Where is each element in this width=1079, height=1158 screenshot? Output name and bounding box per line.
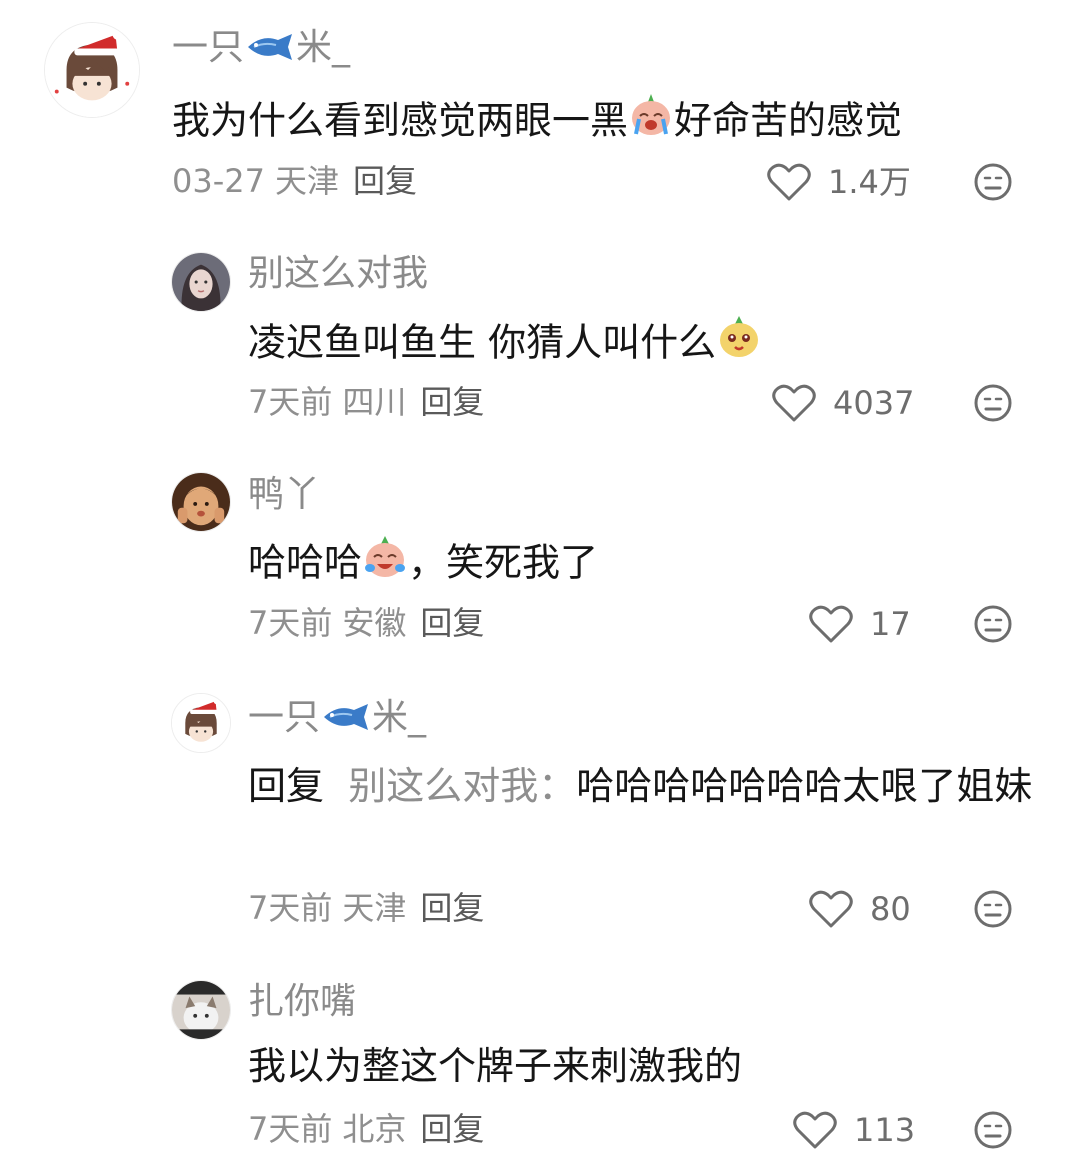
- like-count: 80: [870, 890, 911, 928]
- avatar[interactable]: [171, 472, 231, 532]
- username-text: 一只: [248, 697, 321, 738]
- comment-time: 7天前: [248, 889, 333, 927]
- comment-time: 7天前: [248, 383, 333, 421]
- comment-text: 回复 别这么对我：哈哈哈哈哈哈哈太哏了姐妹: [248, 760, 1038, 813]
- reply-button[interactable]: 回复: [353, 162, 417, 200]
- comment-text-part: 哈哈哈: [248, 540, 363, 585]
- neutral-face-icon: [974, 890, 1012, 928]
- crying-radish-emoji-icon: [628, 92, 674, 152]
- comment-text: 我为什么看到感觉两眼一黑 好命苦的感觉: [172, 92, 1032, 152]
- heart-outline-icon: [793, 1111, 837, 1149]
- heart-outline-icon: [809, 890, 853, 928]
- avatar-cartoon-boy-santa-hat: [45, 23, 139, 117]
- reply-target-username[interactable]: 别这么对我：: [348, 764, 576, 808]
- comment-text: 哈哈哈 ，笑死我了: [248, 534, 1028, 594]
- avatar[interactable]: [171, 693, 231, 753]
- comment-time: 7天前: [248, 604, 333, 642]
- like-button[interactable]: 4037: [771, 383, 914, 423]
- dislike-button[interactable]: [973, 604, 1013, 644]
- neutral-face-icon: [974, 1111, 1012, 1149]
- smiling-radish-emoji-icon: [716, 314, 762, 374]
- comment-time: 03-27: [172, 162, 265, 200]
- comment-text: 凌迟鱼叫鱼生 你猜人叫什么: [248, 314, 1028, 374]
- avatar[interactable]: [171, 252, 231, 312]
- neutral-face-icon: [974, 605, 1012, 643]
- username[interactable]: 一只 米_: [172, 30, 350, 69]
- like-button[interactable]: 80: [808, 889, 911, 929]
- avatar-photo-cat-meme: [172, 981, 230, 1039]
- comment-location: 天津: [342, 889, 407, 927]
- avatar-photo-girl: [172, 253, 230, 311]
- comment-list: 一只 米_ 我为什么看到感觉两眼一黑 好命苦的感觉 03-27 天津 回复 1.4万 别…: [0, 0, 1079, 1158]
- dislike-button[interactable]: [973, 383, 1013, 423]
- like-count: 4037: [833, 384, 915, 422]
- avatar[interactable]: [44, 22, 140, 118]
- like-count: 1.4万: [828, 163, 911, 201]
- comment-meta: 7天前 北京 回复: [248, 1113, 484, 1145]
- reply-button[interactable]: 回复: [420, 1110, 484, 1148]
- neutral-face-icon: [974, 384, 1012, 422]
- laughing-radish-emoji-icon: [362, 534, 408, 594]
- comment-text-part: 我为什么看到感觉两眼一黑: [172, 98, 629, 143]
- comment-location: 北京: [342, 1110, 407, 1148]
- heart-outline-icon: [772, 384, 816, 422]
- avatar[interactable]: [171, 980, 231, 1040]
- username-text: 米_: [372, 697, 427, 738]
- avatar-cartoon-boy-santa-hat: [172, 694, 230, 752]
- username[interactable]: 一只 米_: [248, 700, 426, 739]
- comment-text: 我以为整这个牌子来刺激我的: [248, 1040, 1028, 1093]
- comment-meta: 7天前 天津 回复: [248, 892, 484, 924]
- comment-meta: 03-27 天津 回复: [172, 165, 417, 197]
- username-text: 一只: [172, 27, 245, 68]
- comment-location: 安徽: [342, 604, 407, 642]
- comment-meta: 7天前 安徽 回复: [248, 607, 484, 639]
- avatar-photo-child: [172, 473, 230, 531]
- dislike-button[interactable]: [973, 162, 1013, 202]
- username[interactable]: 扎你嘴: [248, 984, 356, 1020]
- like-button[interactable]: 1.4万: [766, 162, 911, 202]
- like-button[interactable]: 17: [808, 604, 911, 644]
- comment-time: 7天前: [248, 1110, 333, 1148]
- reply-button[interactable]: 回复: [420, 889, 484, 927]
- reply-button[interactable]: 回复: [420, 604, 484, 642]
- dislike-button[interactable]: [973, 1110, 1013, 1150]
- username[interactable]: 鸭丫: [248, 477, 320, 513]
- like-count: 17: [870, 605, 911, 643]
- comment-text-part: 哈哈哈哈哈哈哈太哏了姐妹: [576, 764, 1033, 808]
- comment-text-part: 我以为整这个牌子来刺激我的: [248, 1044, 743, 1088]
- comment-text-part: ，笑死我了: [408, 540, 599, 585]
- heart-outline-icon: [767, 163, 811, 201]
- like-count: 113: [854, 1111, 916, 1149]
- username[interactable]: 别这么对我: [248, 256, 428, 292]
- neutral-face-icon: [974, 163, 1012, 201]
- heart-outline-icon: [809, 605, 853, 643]
- dislike-button[interactable]: [973, 889, 1013, 929]
- comment-location: 四川: [342, 383, 407, 421]
- reply-prefix: 回复: [248, 764, 325, 808]
- reply-button[interactable]: 回复: [420, 383, 484, 421]
- fish-emoji-icon: [244, 32, 296, 69]
- comment-location: 天津: [274, 162, 339, 200]
- comment-text-part: 好命苦的感觉: [674, 98, 903, 143]
- comment-text-part: 凌迟鱼叫鱼生 你猜人叫什么: [248, 320, 717, 365]
- comment-meta: 7天前 四川 回复: [248, 386, 484, 418]
- like-button[interactable]: 113: [792, 1110, 915, 1150]
- fish-emoji-icon: [320, 702, 372, 739]
- username-text: 米_: [296, 27, 351, 68]
